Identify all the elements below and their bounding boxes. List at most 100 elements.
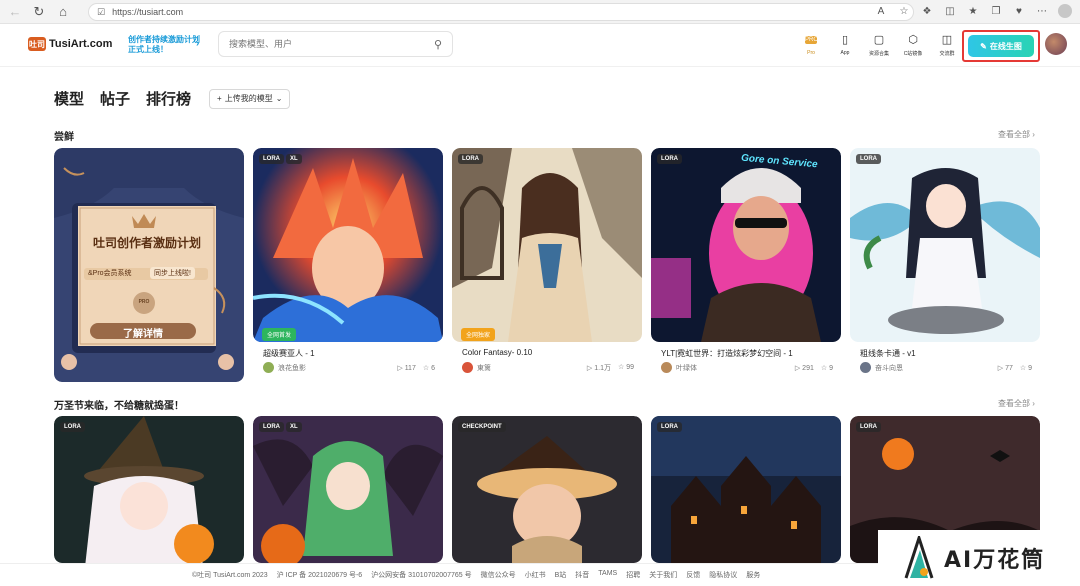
author-name[interactable]: 浪花鱼影 <box>278 363 306 373</box>
profile-avatar-icon[interactable] <box>1058 4 1072 18</box>
upload-model-button[interactable]: + 上传我的模型 ⌄ <box>209 88 291 109</box>
footer-tams[interactable]: TAMS <box>598 570 617 580</box>
refresh-icon[interactable]: ↻ <box>30 3 48 21</box>
footer-bilibili[interactable]: B站 <box>555 570 567 580</box>
address-bar[interactable]: ☑ https://tusiart.com <box>88 3 914 21</box>
star-count-value: 9 <box>829 364 833 372</box>
play-icon: ▷ <box>397 364 403 372</box>
home-icon[interactable]: ⌂ <box>54 3 72 21</box>
model-type-badges: LORA XL <box>259 154 302 164</box>
site-logo[interactable]: 吐司 TusiArt.com <box>28 37 112 51</box>
author-avatar[interactable] <box>860 362 871 373</box>
author-name[interactable]: 奋斗向恩 <box>875 363 903 373</box>
play-icon: ▷ <box>997 364 1004 372</box>
watermark: AI万花筒 <box>878 530 1080 586</box>
type-badge: LORA <box>60 422 85 432</box>
footer-feedback[interactable]: 反馈 <box>686 570 700 580</box>
model-card-image <box>452 148 642 342</box>
more-menu-icon[interactable]: ⋯ <box>1035 4 1049 18</box>
collections-icon[interactable]: ❐ <box>989 4 1003 18</box>
search-icon[interactable]: ⚲ <box>434 38 442 51</box>
author-avatar[interactable] <box>462 362 473 373</box>
model-card-image <box>54 416 244 563</box>
author-avatar[interactable] <box>263 362 274 373</box>
tool-group[interactable]: ◫ 交流群 <box>936 33 958 57</box>
model-stats: ▷ 1.1万 ☆ 99 <box>587 363 634 373</box>
footer-wechat[interactable]: 微信公众号 <box>481 570 516 580</box>
tool-label: App <box>840 50 850 56</box>
promo-link[interactable]: 创作者持续激励计划 正式上线！ › <box>128 35 200 55</box>
model-card[interactable]: Gore on Service LORA YLT|霓虹世界：打造炫彩梦幻空间 -… <box>651 148 841 382</box>
watermark-text: AI万花筒 <box>944 548 1046 573</box>
footer-xiaohongshu[interactable]: 小红书 <box>525 570 546 580</box>
model-card[interactable]: LORA <box>54 416 244 563</box>
star-count-value: 99 <box>626 363 634 371</box>
favorites-icon[interactable]: ★ <box>966 4 980 18</box>
see-all-fresh-link[interactable]: 查看全部 › <box>998 129 1035 140</box>
footer-police[interactable]: 沪公网安备 31010702007765 号 <box>371 570 471 580</box>
tool-resources[interactable]: ▢ 资源合集 <box>868 33 890 57</box>
model-card[interactable]: LORA <box>651 416 841 563</box>
model-card[interactable]: LORA XL 全网首发 超级赛亚人 - 1 浪花鱼影 ▷ 117 ☆ 6 <box>253 148 443 382</box>
run-count-value: 291 <box>802 364 814 372</box>
model-type-badges: LORA <box>856 154 881 164</box>
footer-privacy[interactable]: 隐私协议 <box>709 570 737 580</box>
split-screen-icon[interactable]: ◫ <box>943 4 957 18</box>
promo-line-1: 创作者持续激励计划 <box>128 35 200 44</box>
footer-jobs[interactable]: 招聘 <box>626 570 640 580</box>
content-tabs: 模型 帖子 排行榜 + 上传我的模型 ⌄ <box>54 88 291 109</box>
user-avatar[interactable] <box>1045 33 1067 55</box>
author-avatar[interactable] <box>661 362 672 373</box>
tab-models[interactable]: 模型 <box>54 88 84 109</box>
browser-essentials-icon[interactable]: ♥ <box>1012 4 1026 18</box>
lock-icon: ☑ <box>97 6 106 17</box>
chevron-down-icon: ⌄ <box>275 94 283 103</box>
logo-text: TusiArt.com <box>49 38 113 50</box>
footer-service[interactable]: 服务 <box>746 570 760 580</box>
type-badge: LORA <box>259 154 284 164</box>
model-card[interactable]: LORA XL <box>253 416 443 563</box>
tool-mirror[interactable]: ⬡ C站镜像 <box>902 33 924 57</box>
author-name[interactable]: 東篱 <box>477 363 491 373</box>
footer-douyin[interactable]: 抖音 <box>575 570 589 580</box>
model-card-image <box>253 416 443 563</box>
tab-posts[interactable]: 帖子 <box>100 88 130 109</box>
model-card[interactable]: LORA 粗线条卡通 - v1 奋斗向恩 ▷ 77 ☆ 9 <box>850 148 1040 382</box>
model-card-image <box>651 148 841 342</box>
tool-app[interactable]: ▯ App <box>834 33 856 57</box>
read-aloud-icon[interactable]: A <box>874 4 888 18</box>
search-input[interactable] <box>229 39 434 49</box>
footer-about[interactable]: 关于我们 <box>649 570 677 580</box>
promo-card-cta[interactable]: 了解详情 <box>90 325 196 340</box>
model-card-image <box>253 148 443 342</box>
star-count: ☆ 9 <box>1020 364 1032 372</box>
tool-label: C站镜像 <box>903 51 923 57</box>
type-badge: LORA <box>259 422 284 432</box>
promo-card[interactable]: 吐司创作者激励计划 &Pro会员系统 同步上线啦! PRO 了解详情 <box>54 148 244 382</box>
tab-ranking[interactable]: 排行榜 <box>146 88 191 109</box>
model-card[interactable]: CHECKPOINT <box>452 416 642 563</box>
model-title[interactable]: YLT|霓虹世界：打造炫彩梦幻空间 - 1 <box>661 348 793 359</box>
promo-card-title: 吐司创作者激励计划 <box>92 236 201 250</box>
favorite-star-icon[interactable]: ☆ <box>897 4 911 18</box>
tool-label: 交流群 <box>939 51 955 57</box>
chevron-right-icon: › <box>196 38 200 49</box>
chat-icon: ◫ <box>941 34 953 46</box>
generate-label: 在线生图 <box>989 41 1022 51</box>
tool-pro[interactable]: PRO Pro <box>800 33 822 57</box>
extension-icon[interactable]: ❖ <box>920 4 934 18</box>
model-title[interactable]: 超级赛亚人 - 1 <box>263 348 315 359</box>
search-box[interactable]: ⚲ <box>218 31 453 57</box>
see-all-halloween-link[interactable]: 查看全部 › <box>998 398 1035 409</box>
play-icon: ▷ <box>794 364 801 372</box>
type-badge: LORA <box>856 422 881 432</box>
model-stats: ▷ 117 ☆ 6 <box>397 364 435 372</box>
online-generate-button[interactable]: ✎ 在线生图 <box>968 35 1034 57</box>
model-card[interactable]: LORA 全网独家 Color Fantasy- 0.10 東篱 ▷ 1.1万 … <box>452 148 642 382</box>
back-icon[interactable]: ← <box>6 3 24 21</box>
model-title[interactable]: 粗线条卡通 - v1 <box>860 348 916 359</box>
footer-icp[interactable]: 沪 ICP 备 2021020679 号-6 <box>277 570 362 580</box>
type-badge: LORA <box>856 154 881 164</box>
author-name[interactable]: 叶绿体 <box>676 363 697 373</box>
model-title[interactable]: Color Fantasy- 0.10 <box>462 348 532 357</box>
